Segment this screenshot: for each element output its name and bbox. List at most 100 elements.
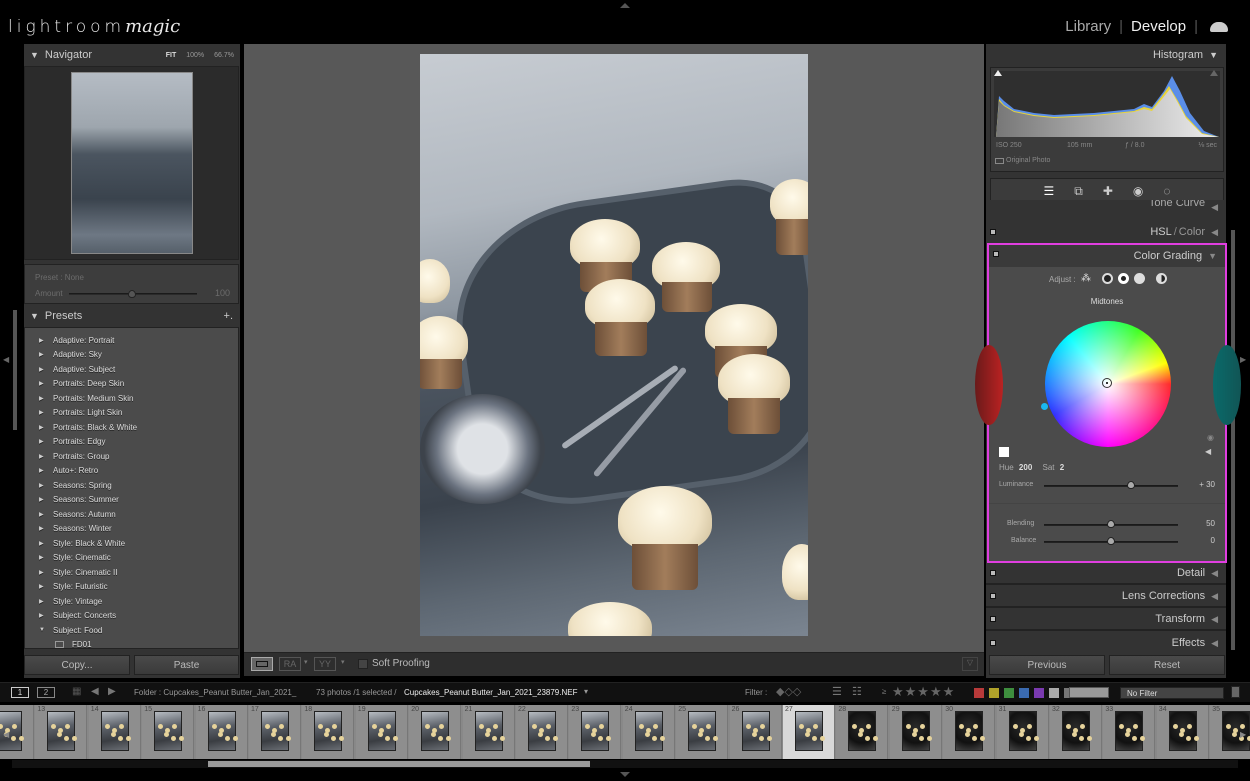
wheel-center-handle[interactable] (1102, 378, 1112, 388)
filmstrip-thumbnail[interactable]: 19 (355, 705, 408, 759)
collapsed-triangle-icon[interactable]: ▶ (39, 612, 53, 619)
panel-toggle-switch[interactable] (990, 593, 996, 599)
collapsed-triangle-icon[interactable]: ▶ (39, 380, 53, 387)
three-way-view-icon[interactable]: ⁂ (1081, 273, 1091, 284)
collapsed-triangle-icon[interactable]: ▶ (39, 496, 53, 503)
collapsed-triangle-icon[interactable]: ▶ (39, 598, 53, 605)
filmstrip-thumbnail[interactable]: 15 (142, 705, 195, 759)
shadows-wheel-preview[interactable] (975, 345, 1003, 425)
panel-toggle-switch[interactable] (990, 570, 996, 576)
midtones-wheel-button[interactable] (1118, 273, 1129, 284)
original-photo-label[interactable]: Original Photo (1006, 157, 1050, 164)
filmstrip-thumbnail[interactable]: 23 (569, 705, 622, 759)
zoom-66[interactable]: 66.7% (214, 52, 234, 59)
crop-icon[interactable]: ⧉ (1074, 184, 1083, 199)
zoom-100[interactable]: 100% (186, 52, 204, 59)
masking-icon[interactable]: ◌ (1163, 184, 1170, 198)
add-preset-button[interactable]: +. (224, 310, 233, 322)
main-photo[interactable] (420, 54, 808, 636)
detail-header[interactable]: Detail ◀ (986, 563, 1226, 585)
filter-mode-buttons[interactable] (1069, 687, 1109, 698)
preset-folder[interactable]: ▶ Portraits: Medium Skin (25, 391, 238, 406)
collapsed-triangle-icon[interactable]: ▶ (39, 511, 53, 518)
amount-slider-thumb[interactable] (128, 290, 136, 298)
effects-header[interactable]: Effects ◀ (986, 632, 1226, 654)
filmstrip-thumbnail[interactable]: 32 (1050, 705, 1102, 759)
panel-toggle-switch[interactable] (990, 229, 996, 235)
transform-header[interactable]: Transform ◀ (986, 609, 1226, 631)
back-arrow-icon[interactable]: ◀ (91, 686, 99, 697)
preset-item-fd01[interactable]: FD01 (25, 638, 238, 648)
filmstrip-thumbnail[interactable]: 14 (88, 705, 141, 759)
color-label-swatch[interactable] (1034, 688, 1044, 698)
luminance-slider-thumb[interactable] (1127, 481, 1136, 489)
preset-folder[interactable]: ▶ Seasons: Spring (25, 478, 238, 493)
forward-arrow-icon[interactable]: ▶ (108, 686, 116, 697)
module-develop[interactable]: Develop (1131, 18, 1186, 35)
secondary-window-button[interactable]: 2 (37, 687, 55, 698)
hsl-header[interactable]: HSL / Color ◀ (986, 221, 1226, 243)
filmstrip-thumbnail[interactable]: 31 (996, 705, 1049, 759)
preset-folder[interactable]: ▶ Adaptive: Portrait (25, 333, 238, 348)
hue-handle[interactable] (1041, 403, 1048, 410)
selected-filename[interactable]: Cupcakes_Peanut Butter_Jan_2021_23879.NE… (404, 688, 577, 697)
collapsed-triangle-icon[interactable]: ▶ (39, 351, 53, 358)
panel-toggle-switch[interactable] (990, 616, 996, 622)
main-window-button[interactable]: 1 (11, 687, 29, 698)
edit-sliders-icon[interactable]: ☰ (1043, 184, 1054, 198)
collapsed-triangle-icon[interactable]: ▶ (39, 337, 53, 344)
preset-folder[interactable]: ▶ Adaptive: Sky (25, 348, 238, 363)
navigator-header[interactable]: ▼ Navigator FIT 100% 66.7% (24, 44, 240, 66)
shadows-wheel-button[interactable] (1102, 273, 1113, 284)
color-label-swatch[interactable] (1004, 688, 1014, 698)
filter-lock-icon[interactable] (1231, 686, 1240, 698)
cloud-icon[interactable] (1210, 21, 1228, 32)
global-wheel-button[interactable] (1156, 273, 1167, 284)
collapse-bottom-panel-icon[interactable] (620, 772, 630, 777)
collapse-left-panel-icon[interactable]: ◀ (3, 355, 9, 364)
collapsed-triangle-icon[interactable]: ▶ (39, 525, 53, 532)
luminance-value[interactable]: + 30 (1199, 480, 1215, 489)
filmstrip-scrollbar-thumb[interactable] (208, 761, 590, 767)
filmstrip-thumbnail[interactable]: 29 (889, 705, 942, 759)
preset-folder[interactable]: ▶ Style: Vintage (25, 594, 238, 609)
collapsed-triangle-icon[interactable]: ▶ (39, 424, 53, 431)
rating-operator[interactable]: ≥ (882, 687, 886, 696)
collapsed-triangle-icon[interactable]: ▶ (39, 554, 53, 561)
edited-filter-icon[interactable]: ☰ (832, 685, 842, 698)
balance-value[interactable]: 0 (1211, 536, 1215, 545)
filmstrip-scrollbar[interactable] (12, 760, 1238, 768)
tone-curve-header[interactable]: Tone Curve ◀ (986, 200, 1226, 214)
toolbar-menu-icon[interactable]: ▽ (962, 657, 978, 671)
soft-proofing-checkbox[interactable] (358, 659, 368, 669)
chevron-down-icon[interactable]: ▾ (341, 658, 345, 666)
copy-button[interactable]: Copy... (24, 655, 130, 675)
preset-folder[interactable]: ▶ Style: Cinematic II (25, 565, 238, 580)
eye-icon[interactable]: ◉ (1207, 433, 1214, 442)
histogram-header[interactable]: Histogram ▼ (986, 44, 1226, 66)
loupe-view-button[interactable] (251, 657, 273, 671)
filmstrip-thumbnail[interactable]: 21 (462, 705, 515, 759)
collapsed-triangle-icon[interactable]: ▶ (39, 467, 53, 474)
preset-folder[interactable]: ▶ Auto+: Retro (25, 464, 238, 479)
filmstrip-thumbnail[interactable]: 16 (195, 705, 248, 759)
collapsed-triangle-icon[interactable]: ▶ (39, 540, 53, 547)
chevron-down-icon[interactable]: ▾ (304, 658, 308, 666)
blending-value[interactable]: 50 (1206, 519, 1215, 528)
preset-folder[interactable]: ▶ Portraits: Black & White (25, 420, 238, 435)
blending-slider-thumb[interactable] (1107, 520, 1115, 528)
collapsed-triangle-icon[interactable]: ▶ (39, 482, 53, 489)
paste-button[interactable]: Paste (134, 655, 239, 675)
expanded-triangle-icon[interactable]: ▼ (39, 627, 53, 633)
chevron-down-icon[interactable]: ▾ (584, 687, 588, 696)
collapsed-triangle-icon[interactable]: ▶ (39, 395, 53, 402)
highlights-wheel-preview[interactable] (1213, 345, 1241, 425)
collapse-right-panel-icon[interactable]: ▶ (1240, 355, 1246, 364)
filmstrip-thumbnail[interactable]: 20 (409, 705, 462, 759)
collapsed-triangle-icon[interactable]: ▶ (39, 438, 53, 445)
filmstrip-thumbnail[interactable]: 27 (783, 705, 835, 759)
filmstrip-thumbnail[interactable]: 26 (729, 705, 782, 759)
filmstrip-thumbnail[interactable]: 22 (516, 705, 568, 759)
red-eye-icon[interactable]: ◉ (1133, 184, 1143, 198)
shadow-clipping-icon[interactable] (994, 70, 1002, 76)
